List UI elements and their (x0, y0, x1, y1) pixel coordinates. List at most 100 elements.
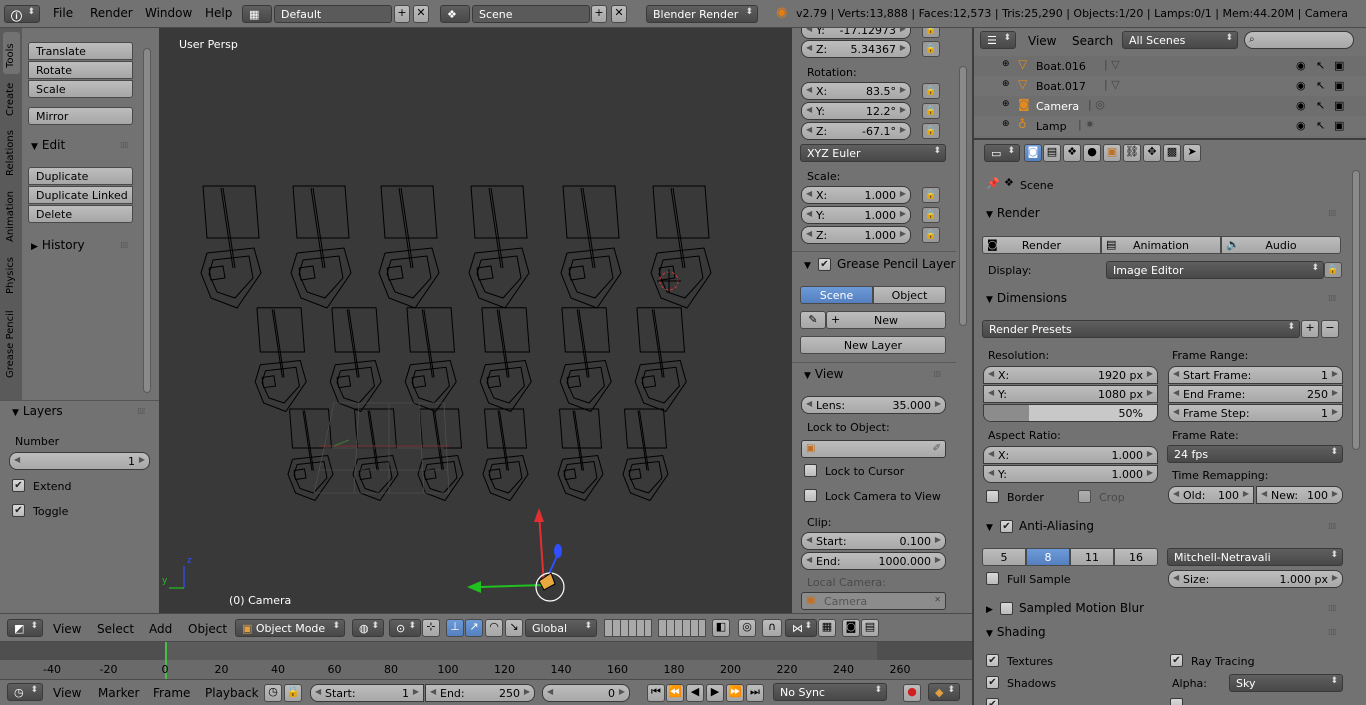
edit-panel-header[interactable]: ▼ Edit (31, 138, 65, 152)
render-engine-selector[interactable]: Blender Render ⬍ (646, 5, 758, 23)
grease-pencil-checkbox[interactable]: ✔ (818, 258, 831, 271)
delete-button[interactable]: Delete (28, 205, 133, 223)
drag-grip-icon[interactable]: ⁞⁞⁞⁞ (933, 370, 942, 380)
render-button[interactable]: ◙ Render (982, 236, 1101, 254)
cursor-icon[interactable]: ↖ (1316, 119, 1325, 132)
view3d-menu-select[interactable]: Select (97, 622, 134, 636)
number-field[interactable]: ◀ 1 ▶ (9, 452, 150, 470)
drag-grip-icon[interactable]: ⁞⁞⁞⁞ (1328, 628, 1337, 638)
display-select[interactable]: Image Editor ⬍ (1106, 261, 1324, 279)
duplicate-linked-button[interactable]: Duplicate Linked (28, 186, 133, 204)
outliner-menu-view[interactable]: View (1028, 34, 1056, 48)
transform-orientation-select[interactable]: Global ⬍ (525, 619, 597, 637)
snap-toggle[interactable]: ∩ (762, 619, 782, 637)
scene-icon-button[interactable]: ❖ (440, 5, 470, 23)
constraints-tab-icon[interactable]: ⛓ (1123, 144, 1141, 162)
outliner-row[interactable]: ⊕ ▽ Boat.016 | ▽ ◉ ↖ ▣ (974, 56, 1366, 76)
lock-icon[interactable]: 🔒 (922, 83, 940, 99)
textures-checkbox[interactable]: ✔ (986, 654, 999, 667)
aa-samples-5[interactable]: 5 (982, 548, 1026, 566)
menu-file[interactable]: File (53, 6, 73, 20)
lock-to-cursor-checkbox[interactable] (804, 464, 817, 477)
resolution-y-field[interactable]: ◀ Y: 1080 px ▶ (983, 385, 1158, 403)
aa-samples-8[interactable]: 8 (1026, 548, 1070, 566)
tab-animation[interactable]: Animation (3, 186, 20, 246)
drag-grip-icon[interactable]: ⁞⁞⁞⁞ (120, 141, 129, 151)
eye-icon[interactable]: ◉ (1296, 79, 1306, 92)
render-camera-icon[interactable]: ▣ (1334, 99, 1344, 112)
history-panel-header[interactable]: ▶ History (31, 238, 85, 252)
outliner-row[interactable]: ⊕ ▽ Boat.017 | ▽ ◉ ↖ ▣ (974, 76, 1366, 96)
editor-type-menu[interactable]: ◩ ⬍ (7, 619, 43, 637)
drag-grip-icon[interactable]: ⁞⁞⁞⁞ (137, 407, 146, 417)
expand-icon[interactable]: ⊕ (1002, 99, 1010, 109)
rotation-z-field[interactable]: ◀ Z: -67.1° ▶ (801, 122, 911, 140)
timeline-start-field[interactable]: ◀ Start: 1 ▶ (310, 684, 424, 702)
cursor-icon[interactable]: ↖ (1316, 79, 1325, 92)
start-frame-field[interactable]: ◀ Start Frame: 1 ▶ (1168, 366, 1343, 384)
layers-panel-header[interactable]: ▼ Layers (12, 404, 63, 418)
render-panel-header[interactable]: ▼ Render (986, 206, 1040, 220)
translate-manipulator-toggle[interactable]: ⊥ (446, 619, 464, 637)
outliner-item-label[interactable]: Boat.016 (1036, 60, 1086, 73)
full-sample-checkbox[interactable] (986, 572, 999, 585)
duplicate-button[interactable]: Duplicate (28, 167, 133, 185)
add-scene-button[interactable]: + (591, 5, 607, 23)
outliner-item-label[interactable]: Lamp (1036, 120, 1067, 133)
jump-start-button[interactable]: ⏮ (647, 684, 665, 702)
crop-checkbox[interactable] (1078, 490, 1091, 503)
expand-icon[interactable]: ⊕ (1002, 79, 1010, 89)
auto-keying-toggle[interactable]: ● (903, 684, 921, 702)
expand-icon[interactable]: ⊕ (1002, 119, 1010, 129)
clip-end-field[interactable]: ◀ End: 1000.000 ▶ (801, 552, 946, 570)
grease-pencil-layers-header[interactable]: ▼ (804, 257, 815, 271)
drag-grip-icon[interactable]: ⁞⁞⁞⁞ (1328, 522, 1337, 532)
lock-icon[interactable]: 🔒 (1324, 262, 1342, 278)
drag-grip-icon[interactable]: ⁞⁞⁞⁞ (120, 241, 129, 251)
texture-tab-icon[interactable]: ▩ (1163, 144, 1181, 162)
dimensions-panel-header[interactable]: ▼ Dimensions (986, 291, 1067, 305)
outliner-search-input[interactable]: ⌕ (1244, 31, 1354, 49)
eye-icon[interactable]: ◉ (1296, 59, 1306, 72)
render-camera-icon[interactable]: ▣ (1334, 119, 1344, 132)
end-frame-field[interactable]: ◀ End Frame: 250 ▶ (1168, 385, 1343, 403)
lock-layers-toggle[interactable]: ◧ (712, 619, 730, 637)
aa-samples-16[interactable]: 16 (1114, 548, 1158, 566)
drag-grip-icon[interactable]: ⁞⁞⁞⁞ (1328, 294, 1337, 304)
proportional-edit-toggle[interactable]: ◎ (738, 619, 756, 637)
location-y-field[interactable]: ◀ Y: -17.12973 ▶ (801, 28, 911, 39)
view3d-menu-view[interactable]: View (53, 622, 81, 636)
snap-target-toggle[interactable]: ▦ (818, 619, 836, 637)
subsurface-scattering-checkbox[interactable]: ✔ (986, 698, 999, 705)
timeline-menu-view[interactable]: View (53, 686, 81, 700)
alpha-select[interactable]: Sky ⬍ (1229, 674, 1343, 692)
physics-tab-icon[interactable]: ➤ (1183, 144, 1201, 162)
motion-blur-checkbox[interactable] (1000, 602, 1013, 615)
world-tab-icon[interactable]: ● (1083, 144, 1101, 162)
scale-y-field[interactable]: ◀ Y: 1.000 ▶ (801, 206, 911, 224)
3d-viewport[interactable]: User Persp z y (0) Camera (159, 28, 792, 613)
motion-blur-panel-header[interactable]: ▶ (986, 601, 997, 615)
outliner-filter-select[interactable]: All Scenes ⬍ (1122, 31, 1238, 49)
object-tab-icon[interactable]: ▣ (1103, 144, 1121, 162)
tab-grease-pencil[interactable]: Grease Pencil (3, 304, 20, 380)
layout-selector[interactable]: Default (274, 5, 392, 23)
lock-icon[interactable]: 🔒 (922, 187, 940, 203)
manipulator-toggle[interactable]: ⊹ (422, 619, 440, 637)
tab-relations[interactable]: Relations (3, 124, 20, 180)
outliner-row[interactable]: ⊕ ♁ Lamp | ✷ ◉ ↖ ▣ (974, 116, 1366, 136)
viewport-shading-select[interactable]: ◍ ⬍ (352, 619, 384, 637)
lock-icon[interactable]: 🔒 (922, 28, 940, 38)
view3d-menu-add[interactable]: Add (149, 622, 172, 636)
remove-layout-button[interactable]: ✕ (413, 5, 429, 23)
scene-tab-icon[interactable]: ❖ (1063, 144, 1081, 162)
layout-icon-button[interactable]: ▦ (242, 5, 272, 23)
resolution-percentage-slider[interactable]: 50% (983, 404, 1158, 422)
render-layers-tab-icon[interactable]: ▤ (1043, 144, 1061, 162)
ray-tracing-checkbox[interactable]: ✔ (1170, 654, 1183, 667)
jump-keyframe-back-button[interactable]: ⏪ (666, 684, 684, 702)
add-preset-button[interactable]: + (1301, 320, 1319, 338)
time-remap-old-field[interactable]: ◀ Old: 100 ▶ (1168, 486, 1254, 504)
timeline-menu-marker[interactable]: Marker (98, 686, 139, 700)
lock-icon[interactable]: 🔒 (922, 123, 940, 139)
